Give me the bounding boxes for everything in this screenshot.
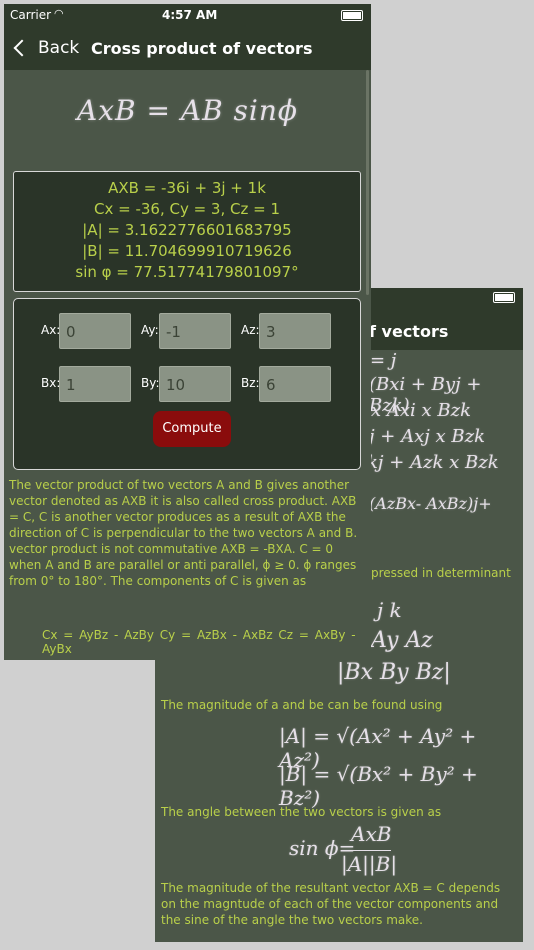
expansion-line-2: x Axi x Bzk <box>371 400 471 421</box>
fraction-bar <box>341 850 391 851</box>
determinant-row-1: j k <box>377 598 402 622</box>
angle-text: The angle between the two vectors is giv… <box>161 805 442 819</box>
formula-heading: AxB = AB sinϕ <box>77 94 298 127</box>
input-panel: Ax: 0 Ay: -1 Az: 3 Bx: 1 By: 10 Bz: 6 Co… <box>13 298 361 470</box>
page-title: Cross product of vectors <box>91 39 313 58</box>
az-label: Az: <box>241 323 260 337</box>
resultant-text: The magnitude of the resultant vector AX… <box>161 881 501 927</box>
status-bar: Carrier ◠ 4:57 AM <box>4 4 371 26</box>
front-screen: Carrier ◠ 4:57 AM Back Cross product of … <box>4 4 371 660</box>
back-button-label: Back <box>38 38 80 58</box>
battery-icon <box>341 10 363 21</box>
az-input[interactable]: 3 <box>259 313 331 349</box>
bx-input[interactable]: 1 <box>59 366 131 402</box>
expansion-line-4: kj + Azk x Bzk <box>367 452 499 473</box>
expansion-line-3: j + Axj x Bzk <box>369 426 486 447</box>
back-button[interactable]: Back <box>12 38 79 58</box>
sin-numerator: AxB <box>351 822 392 846</box>
result-line-1: AXB = -36i + 3j + 1k <box>108 179 266 197</box>
chevron-left-icon <box>13 39 31 57</box>
ax-label: Ax: <box>41 323 61 337</box>
ay-input[interactable]: -1 <box>159 313 231 349</box>
by-input[interactable]: 10 <box>159 366 231 402</box>
magnitude-text: The magnitude of a and be can be found u… <box>161 698 443 712</box>
description-text: The vector product of two vectors A and … <box>9 478 358 588</box>
navbar: Back Cross product of vectors <box>4 26 371 70</box>
components-formula: Cx = AyBz - AzBy Cy = AzBx - AxBz Cz = A… <box>42 628 356 656</box>
expansion-top-fragment: = j <box>370 350 397 371</box>
determinant-row-2: Ay Az <box>371 628 433 653</box>
compute-button[interactable]: Compute <box>153 411 231 447</box>
determinant-text: pressed in determinant <box>371 566 511 580</box>
carrier-label: Carrier <box>10 8 52 22</box>
result-panel: AXB = -36i + 3j + 1k Cx = -36, Cy = 3, C… <box>13 171 361 292</box>
sin-denominator: |A||B| <box>341 852 398 876</box>
status-time: 4:57 AM <box>162 8 218 22</box>
magnitude-b-formula: |B| = √(Bx² + By² + Bz²) <box>279 762 478 810</box>
back-screen-title: f vectors <box>369 322 449 341</box>
wifi-icon: ◠ <box>54 7 64 20</box>
by-label: By: <box>141 376 160 390</box>
ax-input[interactable]: 0 <box>59 313 131 349</box>
result-line-2: Cx = -36, Cy = 3, Cz = 1 <box>93 200 281 218</box>
expansion-line-5: (AzBx- AxBz)j+ <box>369 494 492 513</box>
ay-label: Ay: <box>141 323 159 337</box>
determinant-row-3: |Bx By Bz| <box>337 660 451 685</box>
result-line-4: |B| = 11.704699910719626 <box>82 242 292 260</box>
bz-input[interactable]: 6 <box>259 366 331 402</box>
bx-label: Bx: <box>41 376 61 390</box>
result-line-5: sin φ = 77.51774179801097° <box>75 263 299 281</box>
result-line-3: |A| = 3.1622776601683795 <box>82 221 292 239</box>
bz-label: Bz: <box>241 376 260 390</box>
battery-icon <box>493 292 515 303</box>
